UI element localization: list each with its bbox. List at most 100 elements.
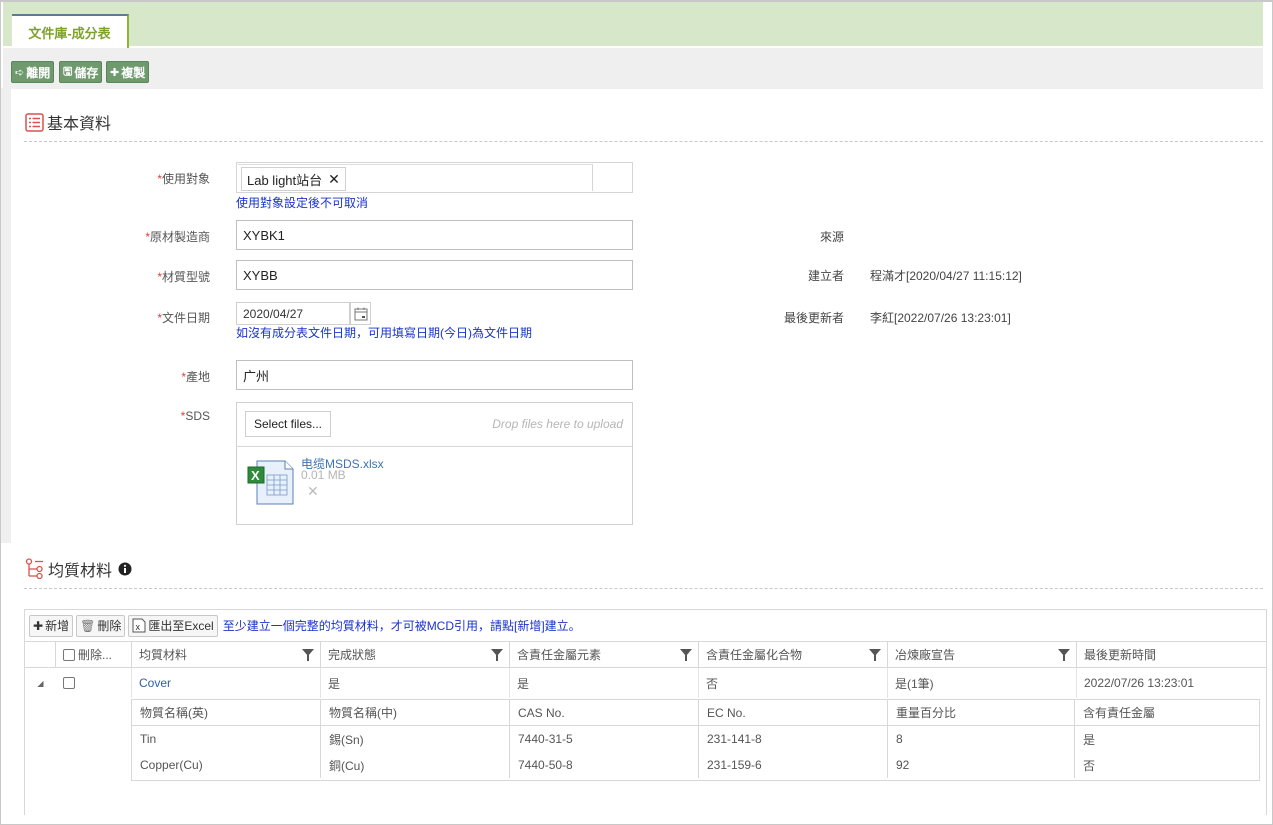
- divider: [24, 141, 1263, 142]
- add-label: 新增: [45, 619, 70, 633]
- filter-icon[interactable]: [869, 649, 881, 661]
- detail-cell: Tin: [132, 726, 321, 752]
- element-cell: 是: [510, 668, 699, 698]
- leave-label: 離開: [26, 65, 51, 80]
- materials-title: 均質材料: [48, 563, 113, 580]
- plus-icon: ✚: [33, 618, 44, 633]
- detail-cell: 7440-31-5: [510, 726, 699, 752]
- calendar-button[interactable]: [350, 302, 371, 325]
- grid-toolbar: ✚ 新增 🗑 刪除 x 匯出至Excel 至少建立一個完整的均質材料，才可被MC…: [25, 610, 1266, 641]
- file-size: 0.01 MB: [301, 468, 346, 482]
- detail-header-cell: CAS No.: [510, 700, 699, 725]
- substance-detail-table: 物質名稱(英) 物質名稱(中) CAS No. EC No. 重量百分比 含有責…: [131, 699, 1260, 781]
- filter-icon[interactable]: [491, 649, 503, 661]
- detail-row: Copper(Cu) 銅(Cu) 7440-50-8 231-159-6 92 …: [132, 752, 1259, 778]
- sds-label: *SDS: [180, 409, 210, 423]
- detail-header-cell: 重量百分比: [888, 700, 1075, 725]
- model-label: *材質型號: [157, 270, 210, 284]
- add-material-button[interactable]: ✚ 新增: [29, 614, 74, 637]
- target-multiselect-inner: Lab light站台 ✕: [238, 164, 593, 191]
- triangle-down-icon: ◢: [37, 678, 44, 688]
- compound-cell: 否: [699, 668, 888, 698]
- filter-icon[interactable]: [680, 649, 692, 661]
- remove-file-icon[interactable]: ✕: [307, 483, 319, 500]
- creator-value: 程滿才[2020/04/27 11:15:12]: [870, 269, 1022, 283]
- detail-header: 物質名稱(英) 物質名稱(中) CAS No. EC No. 重量百分比 含有責…: [132, 700, 1259, 726]
- save-button[interactable]: 🖫 儲存: [59, 61, 103, 83]
- date-input[interactable]: 2020/04/27: [236, 302, 350, 325]
- remove-chip-icon[interactable]: ✕: [328, 171, 340, 188]
- column-header-delete[interactable]: 刪除...: [56, 642, 132, 667]
- excel-file-icon: X: [247, 460, 294, 505]
- drop-zone-hint[interactable]: Drop files here to upload: [492, 417, 623, 431]
- detail-header-cell: 含有責任金屬: [1083, 706, 1156, 720]
- maker-input[interactable]: XYBK1: [236, 220, 633, 250]
- copy-button[interactable]: ✚ 複製: [106, 61, 150, 83]
- column-header-status[interactable]: 完成狀態: [321, 642, 510, 667]
- updated-cell: 2022/07/26 13:23:01: [1084, 676, 1195, 690]
- detail-cell: 錫(Sn): [321, 726, 510, 752]
- target-chip: Lab light站台 ✕: [241, 167, 346, 191]
- updater-label: 最後更新者: [783, 311, 844, 325]
- collapse-row-toggle[interactable]: ◢: [25, 668, 56, 698]
- detail-cell: 8: [888, 726, 1075, 752]
- row-checkbox[interactable]: [63, 677, 75, 689]
- tab-bar: 文件庫-成分表: [3, 2, 1263, 49]
- materials-note: 至少建立一個完整的均質材料，才可被MCD引用，請點[新增]建立。: [222, 619, 581, 633]
- select-files-button[interactable]: Select files...: [245, 411, 331, 437]
- target-multiselect[interactable]: Lab light站台 ✕: [236, 162, 633, 193]
- file-list: X 电缆MSDS.xlsx 0.01 MB ✕: [237, 447, 632, 525]
- trash-icon: 🗑: [80, 618, 96, 633]
- detail-cell: 231-159-6: [699, 752, 888, 778]
- column-header-compound[interactable]: 含責任金屬化合物: [699, 642, 888, 667]
- upload-toolbar: Select files... Drop files here to uploa…: [237, 403, 632, 447]
- save-label: 儲存: [74, 65, 99, 80]
- delete-label: 刪除: [97, 619, 122, 633]
- select-all-checkbox[interactable]: [63, 648, 75, 661]
- materials-grid: ✚ 新增 🗑 刪除 x 匯出至Excel 至少建立一個完整的均質材料，才可被MC…: [24, 609, 1267, 815]
- basic-info-title: 基本資料: [47, 116, 112, 133]
- material-name-link[interactable]: Cover: [132, 668, 321, 698]
- column-header-updated[interactable]: 最後更新時間: [1077, 642, 1266, 667]
- updater-value: 李紅[2022/07/26 13:23:01]: [870, 311, 1011, 325]
- divider: [24, 588, 1263, 589]
- maker-label: *原材製造商: [145, 230, 210, 244]
- detail-row: Tin 錫(Sn) 7440-31-5 231-141-8 8 是: [132, 726, 1259, 752]
- column-header-element[interactable]: 含責任金屬元素: [510, 642, 699, 667]
- table-row: ◢ Cover 是 是 否 是(1筆) 2022/07/26 13:23:01: [25, 668, 1266, 698]
- export-excel-button[interactable]: x 匯出至Excel: [128, 614, 218, 637]
- status-cell: 是: [321, 668, 510, 698]
- excel-export-icon: x: [132, 618, 146, 633]
- copy-label: 複製: [121, 65, 146, 80]
- left-gutter: [1, 88, 11, 543]
- target-label: *使用對象: [157, 172, 210, 186]
- column-header-material[interactable]: 均質材料: [132, 642, 321, 667]
- delete-material-button[interactable]: 🗑 刪除: [76, 614, 126, 637]
- info-icon[interactable]: [118, 562, 132, 576]
- expand-column-header: [25, 642, 56, 667]
- row-select-cell: [56, 668, 132, 698]
- column-header-smelter[interactable]: 冶煉廠宣告: [888, 642, 1077, 667]
- detail-cell: 是: [1083, 732, 1096, 747]
- filter-icon[interactable]: [302, 649, 314, 661]
- source-label: 來源: [819, 230, 844, 244]
- calendar-icon: [354, 307, 367, 320]
- tab-document-library-composition[interactable]: 文件庫-成分表: [12, 14, 129, 49]
- model-input[interactable]: XYBB: [236, 260, 633, 290]
- origin-input[interactable]: 广州: [236, 360, 633, 390]
- target-hint: 使用對象設定後不可取消: [236, 196, 369, 210]
- creator-label: 建立者: [807, 269, 844, 283]
- grid-header: 刪除... 均質材料 完成狀態 含責任金屬元素 含責任金屬化合物 冶煉廠宣告 最…: [25, 641, 1266, 668]
- tree-structure-icon: [25, 558, 43, 580]
- date-label: *文件日期: [157, 311, 210, 325]
- detail-cell: 92: [888, 752, 1075, 778]
- detail-cell: 否: [1083, 758, 1096, 773]
- detail-cell: 7440-50-8: [510, 752, 699, 778]
- detail-header-cell: EC No.: [699, 700, 888, 725]
- svg-text:X: X: [251, 468, 260, 483]
- detail-header-cell: 物質名稱(英): [132, 700, 321, 725]
- target-chip-label: Lab light站台: [247, 172, 323, 188]
- leave-button[interactable]: ➪ 離開: [11, 61, 55, 83]
- detail-cell: 231-141-8: [699, 726, 888, 752]
- filter-icon[interactable]: [1058, 649, 1070, 661]
